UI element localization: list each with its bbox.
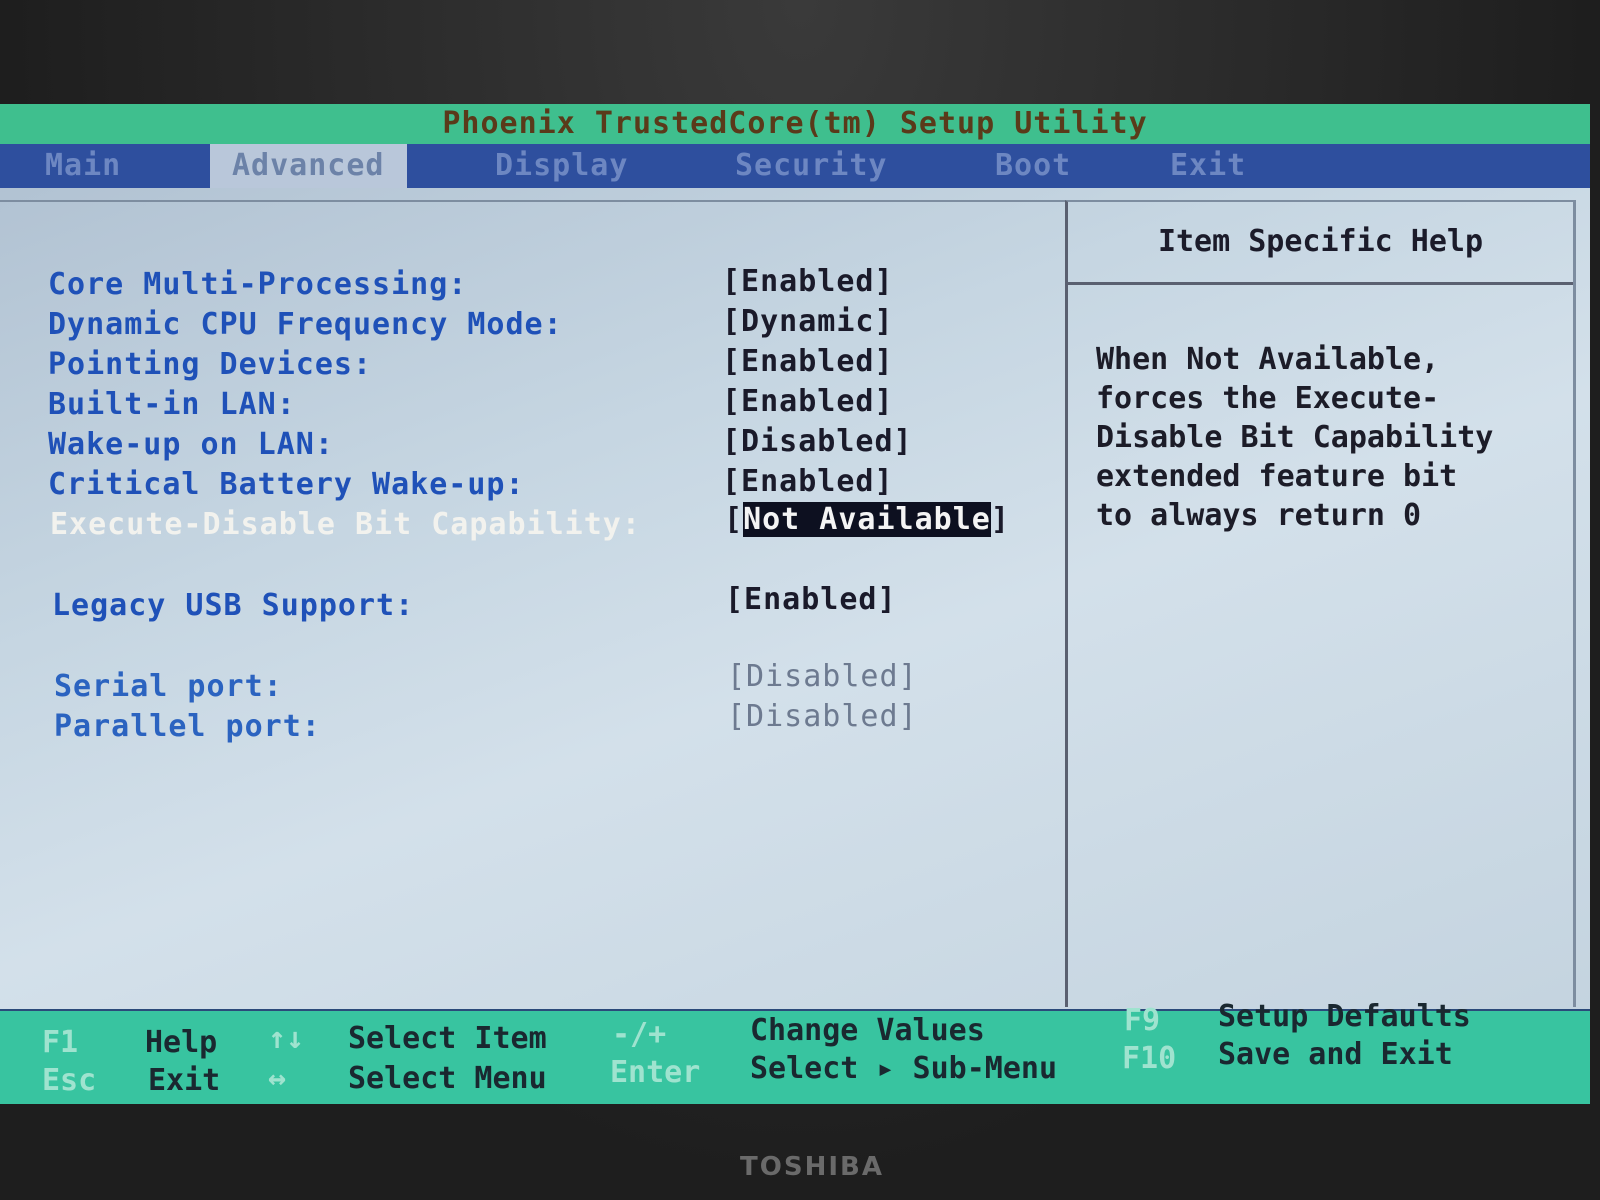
f1-help-text: Help [145,1025,218,1060]
tab-advanced[interactable]: Advanced [210,144,407,188]
setting-value-pointing-devices[interactable]: [Enabled] [722,344,894,379]
left-right-arrows-key: ↔ [268,1061,287,1096]
tab-display[interactable]: Display [495,144,628,188]
setting-label-execute-disable-bit[interactable]: Execute-Disable Bit Capability: [50,507,641,542]
f9-key: F9 [1124,1003,1161,1038]
setting-value-wake-up-on-lan[interactable]: [Disabled] [722,424,913,459]
tab-main[interactable]: Main [45,144,121,188]
bracket-close: ] [990,502,1010,537]
setting-label-dynamic-cpu-frequency[interactable]: Dynamic CPU Frequency Mode: [48,307,563,342]
tab-exit[interactable]: Exit [1170,144,1246,188]
esc-exit-text: Exit [148,1063,221,1098]
setting-value-execute-disable-bit[interactable]: [Not Available] [724,502,1010,537]
selected-value-highlight: Not Available [743,502,991,537]
esc-key: Esc [42,1063,97,1098]
setting-value-parallel-port[interactable]: [Disabled] [727,699,918,734]
toshiba-logo: TOSHIBA [740,1152,884,1182]
setup-defaults-text: Setup Defaults [1218,999,1471,1034]
tab-boot[interactable]: Boot [995,144,1071,188]
setting-label-core-multi-processing[interactable]: Core Multi-Processing: [48,267,467,302]
up-down-arrows-key: ↑↓ [268,1021,305,1056]
setting-value-dynamic-cpu-frequency[interactable]: [Dynamic] [722,304,894,339]
setting-label-parallel-port[interactable]: Parallel port: [54,709,321,744]
setting-label-built-in-lan[interactable]: Built-in LAN: [48,387,296,422]
help-text-line: extended feature bit [1096,459,1458,494]
help-text-line: When Not Available, [1096,342,1440,377]
setting-label-wake-up-on-lan[interactable]: Wake-up on LAN: [48,427,334,462]
setting-label-serial-port[interactable]: Serial port: [54,669,283,704]
help-title: Item Specific Help [1068,202,1573,285]
enter-key: Enter [610,1055,701,1090]
help-text-line: to always return 0 [1096,498,1422,533]
setting-value-critical-battery-wake-up[interactable]: [Enabled] [722,464,894,499]
setting-value-serial-port[interactable]: [Disabled] [727,659,918,694]
save-and-exit-text: Save and Exit [1218,1037,1453,1072]
select-menu-text: Select Menu [348,1061,547,1096]
help-text-line: Disable Bit Capability [1096,420,1494,455]
setup-title: Phoenix TrustedCore(tm) Setup Utility [0,104,1590,144]
setting-value-core-multi-processing[interactable]: [Enabled] [722,264,894,299]
change-values-text: Change Values [750,1013,985,1048]
setting-value-legacy-usb-support[interactable]: [Enabled] [725,582,897,617]
key-help-footer: F1 Help Esc Exit ↑↓ Select Item ↔ Select… [0,999,1590,1104]
help-text-line: forces the Execute- [1096,381,1440,416]
setting-value-built-in-lan[interactable]: [Enabled] [722,384,894,419]
menu-bar: Main Advanced Display Security Boot Exit [0,144,1590,188]
setting-label-legacy-usb-support[interactable]: Legacy USB Support: [52,588,414,623]
setting-label-critical-battery-wake-up[interactable]: Critical Battery Wake-up: [48,467,525,502]
select-sub-menu-text: Select ▸ Sub-Menu [750,1051,1058,1086]
bracket-open: [ [724,502,744,537]
help-panel: Item Specific Help When Not Available, f… [1065,200,1576,1007]
tab-security[interactable]: Security [735,144,888,188]
f1-key: F1 [42,1025,79,1060]
f10-key: F10 [1122,1041,1177,1076]
settings-panel: Core Multi-Processing: [Enabled] Dynamic… [0,200,1065,1007]
bios-screen: Phoenix TrustedCore(tm) Setup Utility Ma… [0,104,1590,1104]
setting-label-pointing-devices[interactable]: Pointing Devices: [48,347,372,382]
minus-plus-key: -/+ [612,1017,667,1052]
select-item-text: Select Item [348,1021,547,1056]
